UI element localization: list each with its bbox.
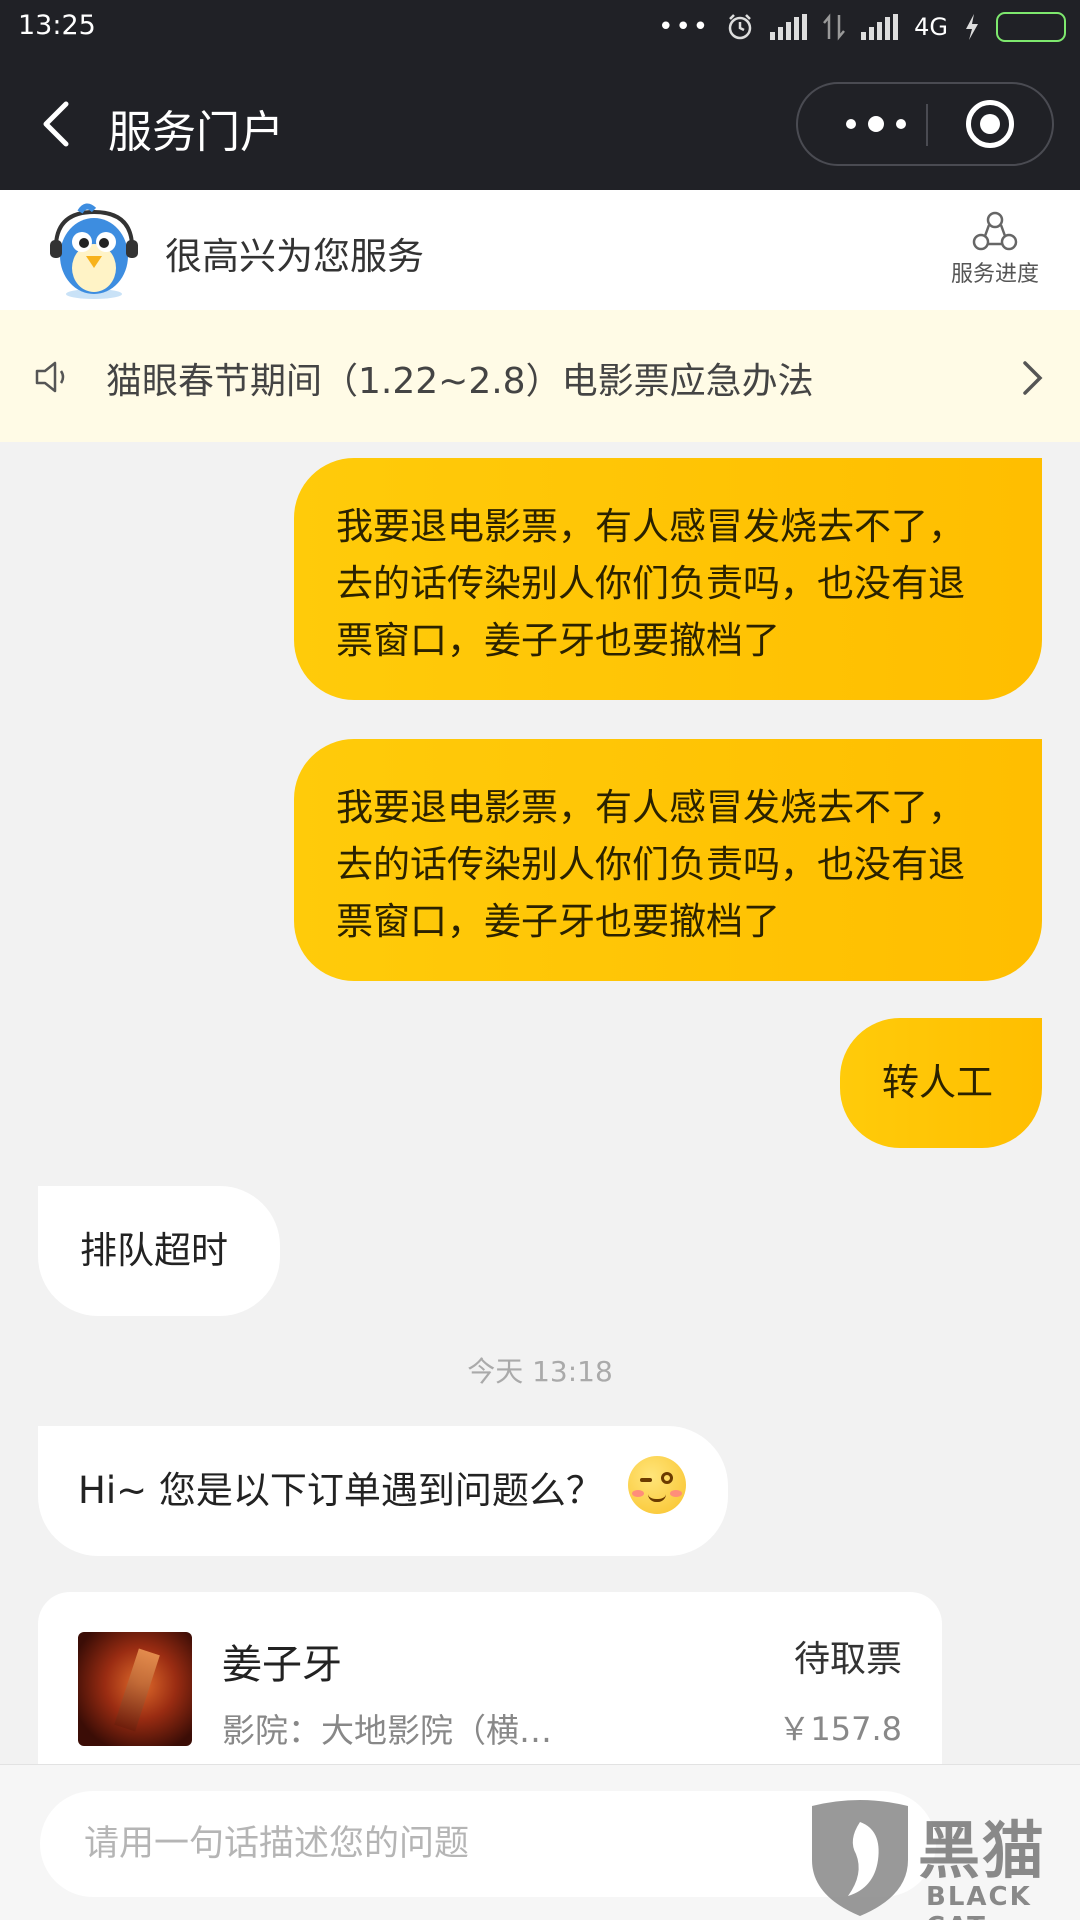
message-input[interactable] (40, 1791, 936, 1897)
bot-message-text: Hi~ 您是以下订单遇到问题么？ (78, 1469, 603, 1512)
wink-face-icon (628, 1456, 686, 1514)
service-progress-label: 服务进度 (950, 262, 1039, 287)
black-cat-watermark: 黑猫 BLACK CAT (808, 1800, 1076, 1920)
movie-poster-image (78, 1632, 192, 1746)
page-title: 服务门户 (108, 107, 284, 158)
watermark-subtext: BLACK CAT (926, 1882, 1032, 1920)
back-icon[interactable] (36, 100, 80, 148)
user-message-bubble: 我要退电影票，有人感冒发烧去不了，去的话传染别人你们负责吗，也没有退票窗口，姜子… (294, 458, 1042, 700)
speaker-icon (35, 361, 65, 393)
welcome-text: 很高兴为您服务 (165, 235, 424, 278)
capsule-divider (926, 104, 928, 146)
battery-icon (996, 12, 1066, 42)
status-bar: 13:25 ••• 4G (0, 0, 1080, 60)
data-transfer-icon (823, 13, 846, 41)
notification-dots-icon: ••• (658, 12, 711, 42)
close-mini-program-icon[interactable] (966, 100, 1014, 148)
title-bar: 服务门户 (0, 60, 1080, 190)
watermark-text: 黑猫 (918, 1814, 1047, 1887)
more-icon[interactable] (828, 84, 924, 164)
cat-shield-logo-icon (812, 1800, 908, 1916)
signal-icon-2 (861, 14, 899, 40)
chat-timestamp: 今天 13:18 (467, 1355, 613, 1388)
alarm-icon (728, 14, 752, 40)
charging-icon (966, 14, 978, 40)
cinema-name: 影院：大地影院（横… (222, 1711, 552, 1750)
order-card[interactable]: 姜子牙 影院：大地影院（横… 待取票 ￥157.8 (38, 1592, 942, 1772)
movie-title: 姜子牙 (222, 1642, 342, 1688)
bot-message-bubble: 排队超时 (38, 1186, 280, 1316)
status-time: 13:25 (18, 10, 96, 41)
bot-message-bubble: Hi~ 您是以下订单遇到问题么？ (38, 1426, 728, 1556)
bird-mascot-avatar (50, 203, 138, 299)
signal-icon (770, 14, 808, 40)
chevron-right-icon (1023, 361, 1043, 395)
notice-text: 猫眼春节期间（1.22~2.8）电影票应急办法 (106, 361, 814, 402)
mini-program-capsule (796, 82, 1054, 166)
user-message-bubble: 我要退电影票，有人感冒发烧去不了，去的话传染别人你们负责吗，也没有退票窗口，姜子… (294, 739, 1042, 981)
user-message-bubble: 转人工 (840, 1018, 1042, 1148)
order-status: 待取票 (793, 1639, 902, 1680)
notice-bar[interactable]: 猫眼春节期间（1.22~2.8）电影票应急办法 (0, 310, 1080, 442)
network-type: 4G (914, 13, 948, 41)
order-price: ￥157.8 (778, 1710, 902, 1748)
service-progress-icon (972, 211, 1018, 251)
status-icons: ••• 4G (658, 12, 1066, 42)
service-progress-button[interactable]: 服务进度 (930, 210, 1060, 288)
service-header: 很高兴为您服务 服务进度 (0, 190, 1080, 310)
